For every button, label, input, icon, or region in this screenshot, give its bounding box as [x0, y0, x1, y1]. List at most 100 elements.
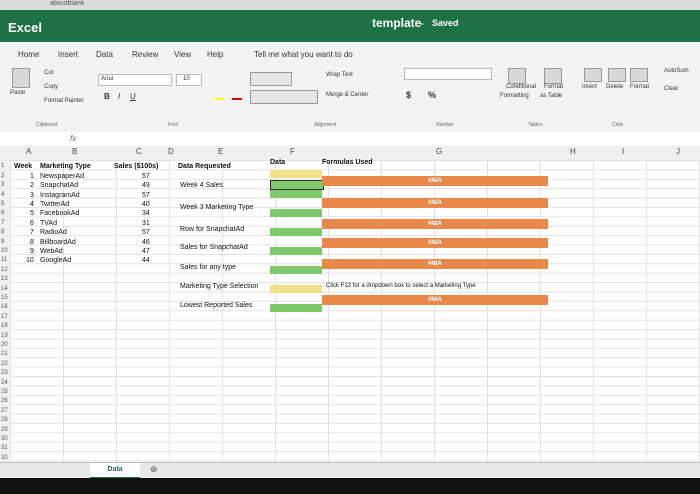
- row-header[interactable]: 6: [1, 210, 4, 216]
- conditional-formatting-label-1[interactable]: Conditional: [506, 84, 536, 90]
- format-button[interactable]: Format: [630, 84, 649, 90]
- paste-icon[interactable]: [12, 68, 30, 88]
- tab-help[interactable]: Help: [207, 50, 223, 59]
- row-header[interactable]: 28: [1, 417, 8, 423]
- row-header[interactable]: 5: [1, 201, 4, 207]
- row-header[interactable]: 9: [1, 239, 4, 245]
- column-header-i[interactable]: I: [622, 147, 624, 156]
- row-header[interactable]: 16: [1, 304, 8, 310]
- percent-button[interactable]: %: [428, 90, 436, 100]
- header-week[interactable]: Week: [14, 163, 32, 170]
- column-header-a[interactable]: A: [26, 147, 31, 156]
- row-header[interactable]: 23: [1, 370, 8, 376]
- cell-marketing-type[interactable]: NewspaperAd: [40, 173, 84, 180]
- row-header[interactable]: 10: [1, 248, 8, 254]
- add-sheet-icon[interactable]: ⊕: [150, 464, 158, 475]
- delete-cells-icon[interactable]: [608, 68, 626, 82]
- request-label[interactable]: Sales for any type: [180, 264, 236, 271]
- row-header[interactable]: 11: [1, 257, 7, 263]
- formula-bar[interactable]: fx: [0, 132, 700, 147]
- row-header[interactable]: 26: [1, 398, 8, 404]
- fill-color-icon[interactable]: [214, 98, 224, 100]
- cell-sales[interactable]: 40: [142, 201, 150, 208]
- cell-marketing-type[interactable]: WebAd: [40, 248, 63, 255]
- conditional-formatting-label-2[interactable]: Formatting: [500, 93, 529, 99]
- data-cell-selected[interactable]: [270, 180, 324, 190]
- row-header[interactable]: 2: [1, 173, 4, 179]
- insert-button[interactable]: Insert: [582, 84, 597, 90]
- cell-week[interactable]: 10: [26, 257, 34, 264]
- column-header-g[interactable]: G: [436, 147, 442, 156]
- row-header[interactable]: 12: [1, 267, 8, 273]
- row-header[interactable]: 13: [1, 276, 8, 282]
- delete-button[interactable]: Delete: [606, 84, 623, 90]
- font-size-select[interactable]: 10: [176, 74, 202, 86]
- cell-marketing-type[interactable]: BillboardAd: [40, 239, 76, 246]
- tab-view[interactable]: View: [174, 50, 191, 59]
- currency-button[interactable]: $: [406, 90, 411, 100]
- tab-data[interactable]: Data: [96, 50, 113, 59]
- browser-url[interactable]: aboutblank: [50, 0, 84, 7]
- underline-button[interactable]: U: [130, 92, 136, 101]
- column-header-e[interactable]: E: [218, 147, 223, 156]
- request-label[interactable]: Sales for SnapchatAd: [180, 244, 248, 251]
- cell-week[interactable]: 7: [30, 229, 34, 236]
- merge-center-button[interactable]: Merge & Center: [326, 92, 368, 98]
- row-header[interactable]: 18: [1, 323, 8, 329]
- conditional-formatting-icon[interactable]: [508, 68, 526, 84]
- number-format-select[interactable]: [404, 68, 492, 80]
- cell-sales[interactable]: 57: [142, 173, 150, 180]
- row-header[interactable]: 15: [1, 295, 8, 301]
- data-cell-green[interactable]: [270, 304, 322, 312]
- column-header-b[interactable]: B: [72, 147, 77, 156]
- cell-sales[interactable]: 44: [142, 257, 150, 264]
- font-name-select[interactable]: Arial: [98, 74, 172, 86]
- cell-marketing-type[interactable]: SnapchatAd: [40, 182, 78, 189]
- request-label[interactable]: Marketing Type Selection: [180, 283, 258, 290]
- dropdown-note[interactable]: Click F13 for a dropdown box to select a…: [326, 283, 476, 289]
- cell-week[interactable]: 9: [30, 248, 34, 255]
- cell-marketing-type[interactable]: InstagramAd: [40, 192, 80, 199]
- cell-week[interactable]: 5: [30, 210, 34, 217]
- row-header[interactable]: 14: [1, 286, 8, 292]
- column-header-j[interactable]: J: [676, 147, 680, 156]
- row-header[interactable]: 22: [1, 361, 8, 367]
- data-cell-green[interactable]: [270, 209, 322, 217]
- cell-marketing-type[interactable]: FacebookAd: [40, 210, 79, 217]
- request-label[interactable]: Lowest Reported Sales: [180, 302, 252, 309]
- data-cell-dropdown[interactable]: [270, 285, 322, 293]
- app-name[interactable]: Excel: [8, 20, 42, 35]
- cell-sales[interactable]: 34: [142, 210, 150, 217]
- font-color-icon[interactable]: [232, 98, 242, 100]
- row-header[interactable]: 3: [1, 182, 4, 188]
- function-icon[interactable]: fx: [70, 134, 76, 143]
- autosum-button[interactable]: AutoSum: [664, 68, 689, 74]
- row-header[interactable]: 8: [1, 229, 4, 235]
- data-cell-green[interactable]: [270, 266, 322, 274]
- cut-button[interactable]: Cut: [44, 70, 53, 76]
- row-header[interactable]: 32: [1, 455, 8, 461]
- row-header[interactable]: 24: [1, 380, 8, 386]
- header-data[interactable]: Data: [270, 159, 285, 166]
- row-header[interactable]: 4: [1, 192, 4, 198]
- align-top-icons[interactable]: [250, 72, 292, 86]
- header-marketing-type[interactable]: Marketing Type: [40, 163, 91, 170]
- request-label[interactable]: Row for SnapchatAd: [180, 226, 244, 233]
- row-header[interactable]: 19: [1, 333, 8, 339]
- data-cell-green[interactable]: [270, 247, 322, 255]
- row-header[interactable]: 1: [1, 163, 4, 169]
- cell-sales[interactable]: 47: [142, 248, 150, 255]
- cell-week[interactable]: 3: [30, 192, 34, 199]
- cell-sales[interactable]: 46: [142, 239, 150, 246]
- cell-marketing-type[interactable]: TwitterAd: [40, 201, 69, 208]
- column-header-f[interactable]: F: [290, 147, 295, 156]
- row-header[interactable]: 29: [1, 427, 8, 433]
- row-header[interactable]: 20: [1, 342, 8, 348]
- data-cell-green[interactable]: [270, 228, 322, 236]
- tab-insert[interactable]: Insert: [58, 50, 78, 59]
- cell-marketing-type[interactable]: RadioAd: [40, 229, 67, 236]
- align-horizontal-icons[interactable]: [250, 90, 318, 104]
- clear-button[interactable]: Clear: [664, 86, 678, 92]
- tab-home[interactable]: Home: [18, 50, 39, 59]
- cell-sales[interactable]: 49: [142, 182, 150, 189]
